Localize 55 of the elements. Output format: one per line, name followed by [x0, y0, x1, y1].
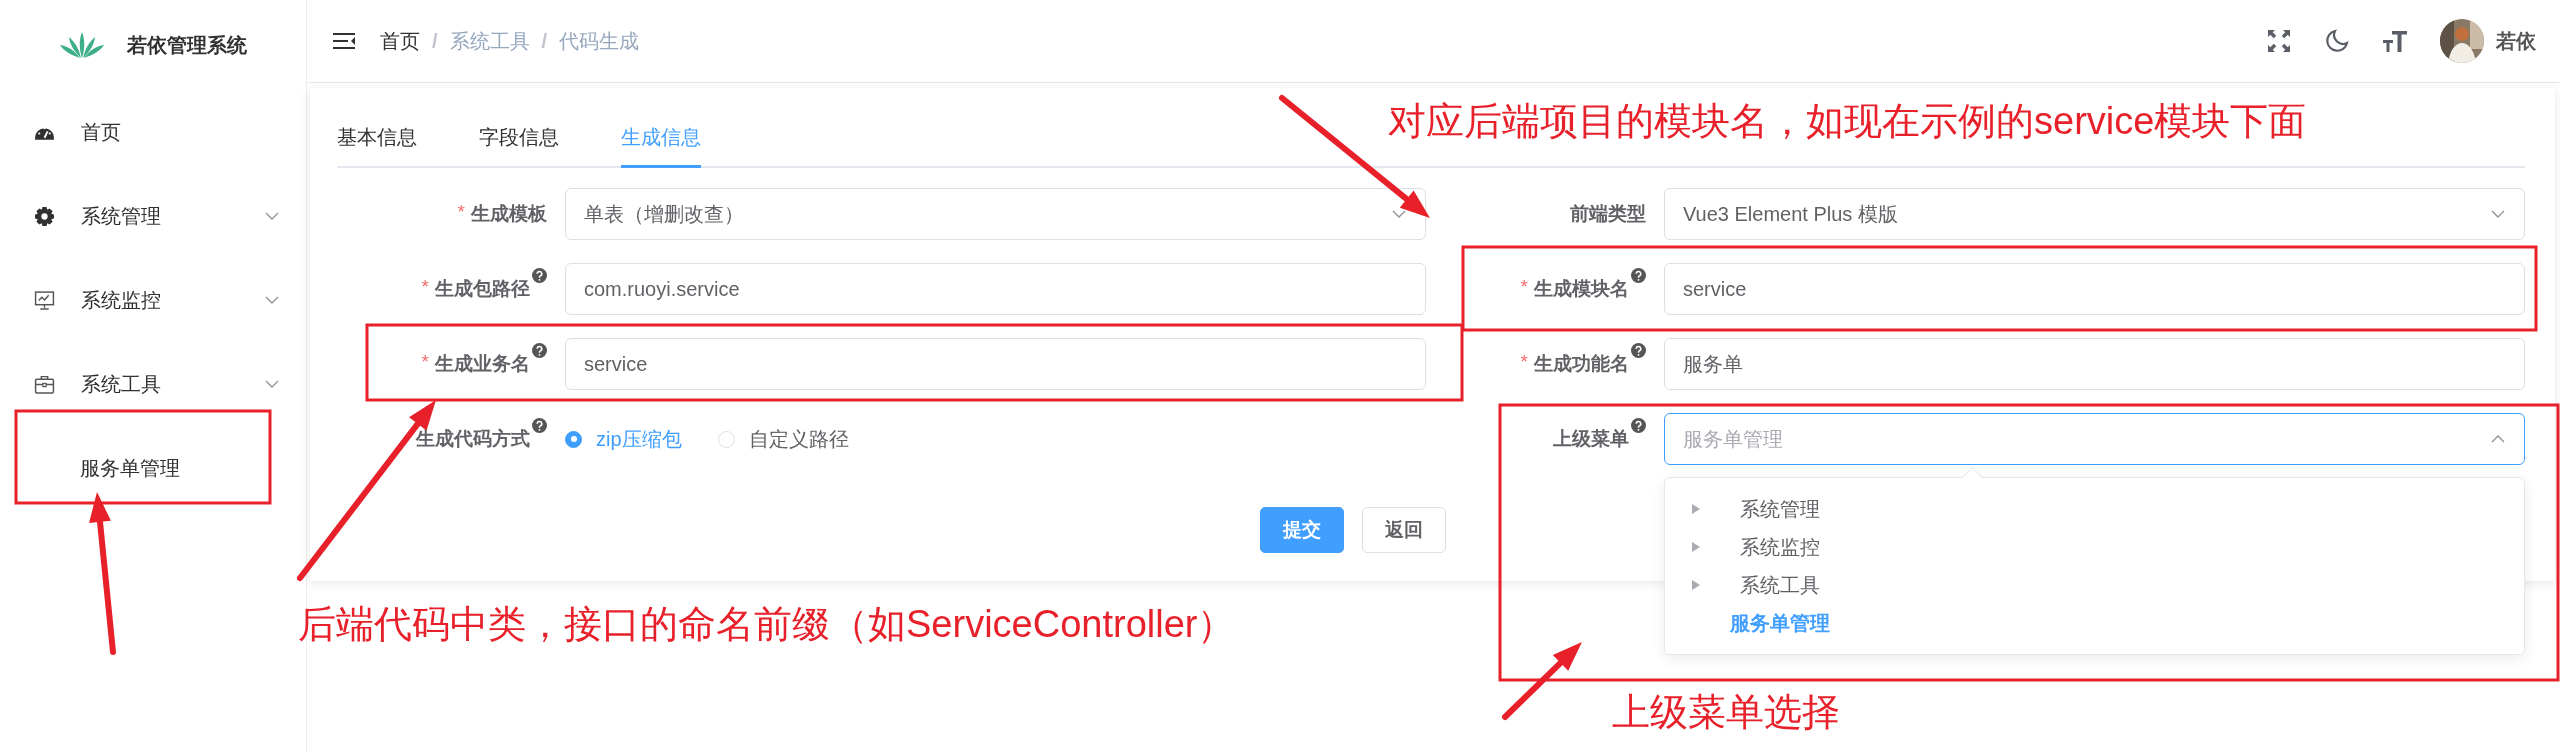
help-icon[interactable] — [1631, 418, 1646, 433]
required-asterisk: * — [421, 351, 429, 373]
help-icon[interactable] — [532, 268, 547, 283]
select-field[interactable]: Vue3 Element Plus 模版 — [1664, 188, 2525, 240]
sidebar-item[interactable]: 系统工具 — [0, 342, 306, 426]
field-label: 生成业务名 — [435, 352, 530, 376]
field-label: 生成功能名 — [1534, 352, 1629, 376]
gear-icon — [34, 205, 55, 227]
field-label: 生成代码方式 — [416, 427, 530, 451]
tree-option[interactable]: 系统工具 — [1740, 571, 1820, 599]
text-field[interactable]: 服务单 — [1664, 338, 2525, 390]
required-asterisk: * — [1520, 351, 1528, 373]
text-field[interactable]: com.ruoyi.service — [565, 263, 1426, 315]
field-label: 前端类型 — [1570, 202, 1646, 226]
radio-option[interactable]: 自定义路径 — [717, 425, 849, 453]
field-label: 生成模板 — [471, 202, 547, 226]
required-asterisk: * — [457, 201, 465, 223]
help-icon[interactable] — [1631, 268, 1646, 283]
text-field[interactable]: service — [1664, 263, 2525, 315]
help-icon[interactable] — [532, 343, 547, 358]
menu-icon[interactable] — [332, 31, 356, 51]
breadcrumb-separator: / — [541, 29, 548, 53]
help-icon[interactable] — [1631, 343, 1646, 358]
annotation-text: 对应后端项目的模块名，如现在示例的service模块下面 — [1388, 99, 2307, 144]
briefcase-icon — [34, 373, 55, 395]
text-field[interactable]: service — [565, 338, 1426, 390]
tab[interactable]: 基本信息 — [337, 110, 417, 168]
help-icon[interactable] — [532, 418, 547, 433]
app-title: 若依管理系统 — [127, 32, 247, 58]
annotation-text: 上级菜单选择 — [1612, 690, 1840, 735]
monitor-icon — [34, 289, 55, 311]
breadcrumb-item: 代码生成 — [559, 28, 640, 54]
tree-option[interactable]: 系统监控 — [1740, 533, 1820, 561]
font-size-icon[interactable] — [2382, 28, 2408, 54]
required-asterisk: * — [421, 276, 429, 298]
annotation-text: 后端代码中类，接口的命名前缀（如ServiceController） — [298, 602, 1236, 647]
field-label: 生成模块名 — [1534, 277, 1629, 301]
breadcrumb-link[interactable]: 首页 — [380, 27, 420, 55]
select-field[interactable]: 单表（增删改查） — [565, 188, 1426, 240]
fullscreen-icon[interactable] — [2266, 28, 2292, 54]
sidebar-item[interactable]: 首页 — [0, 90, 306, 174]
moon-icon[interactable] — [2324, 28, 2350, 54]
breadcrumb-separator: / — [432, 29, 438, 53]
tree-option[interactable]: 系统管理 — [1740, 495, 1820, 523]
sidebar-item[interactable]: 服务单管理 — [0, 426, 306, 510]
field-label: 上级菜单 — [1553, 427, 1629, 451]
breadcrumb-item: 系统工具 — [449, 28, 530, 54]
sidebar-item[interactable]: 系统监控 — [0, 258, 306, 342]
required-asterisk: * — [1520, 276, 1528, 298]
user-name[interactable]: 若依 — [2496, 27, 2536, 55]
back-button[interactable]: 返回 — [1362, 507, 1446, 553]
sidebar-item[interactable]: 系统管理 — [0, 174, 306, 258]
tab[interactable]: 字段信息 — [479, 110, 559, 168]
field-label: 生成包路径 — [435, 277, 530, 301]
leaf-logo-icon — [59, 31, 105, 59]
